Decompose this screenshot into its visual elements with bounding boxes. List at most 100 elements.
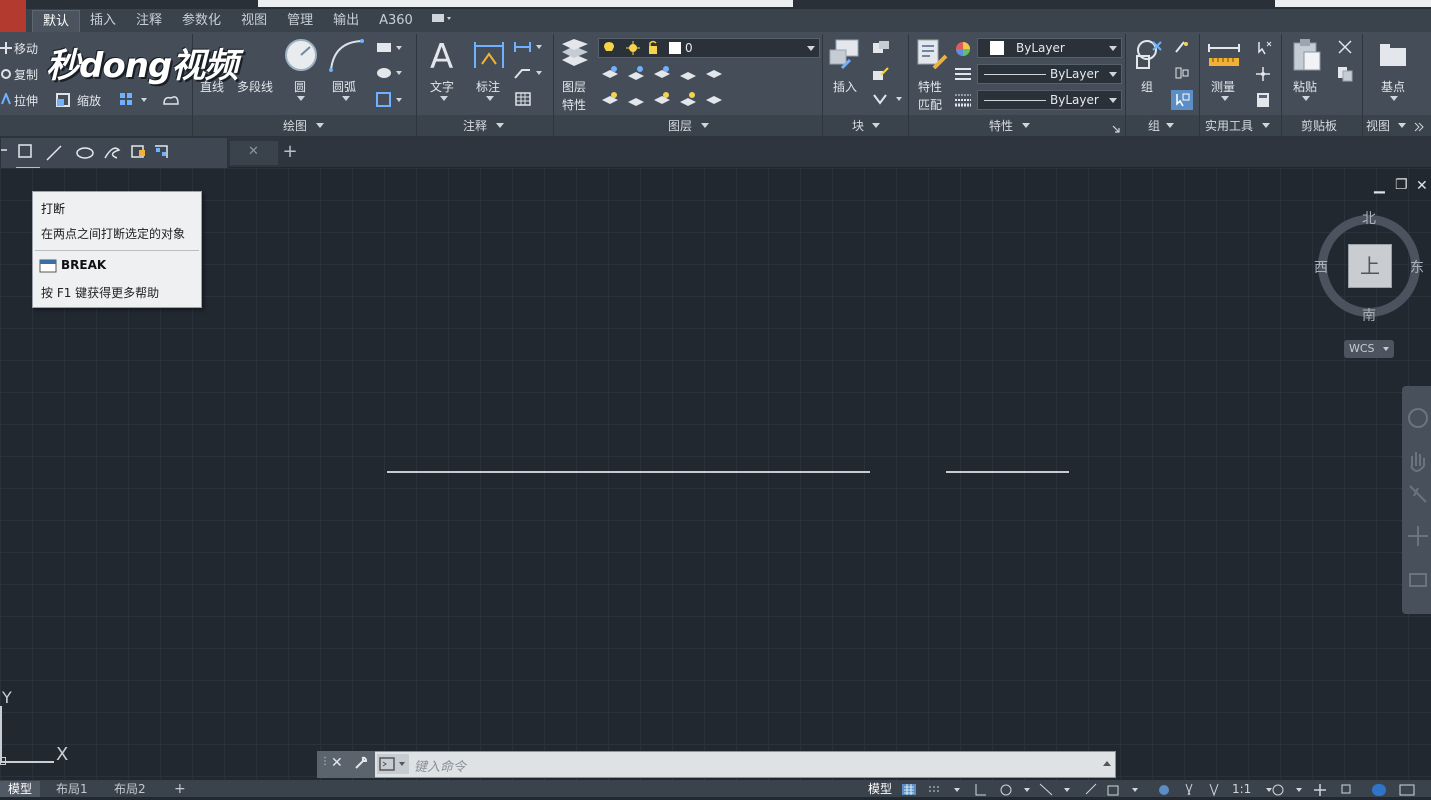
annotation-panel-title[interactable]: 注释 [463, 117, 487, 134]
restore-viewport-icon[interactable]: ❐ [1395, 177, 1408, 193]
layers-panel-title[interactable]: 图层 [668, 117, 692, 134]
layout-tab-layout1[interactable]: 布局1 [48, 781, 96, 797]
new-tab-icon[interactable]: + [280, 141, 300, 163]
match-properties-label-1[interactable]: 特性 [918, 78, 942, 95]
create-block-icon[interactable] [872, 40, 890, 59]
status-tools-icons[interactable] [900, 782, 1430, 800]
layer-tools-row-2[interactable] [600, 90, 724, 111]
color-wheel-icon[interactable] [954, 40, 972, 61]
utilities-panel-title[interactable]: 实用工具 [1205, 117, 1253, 134]
navbar-icons[interactable] [1402, 386, 1431, 614]
command-input[interactable]: 键入命令 [414, 756, 466, 775]
circle-icon[interactable] [284, 38, 318, 75]
lineweight-icon[interactable] [954, 92, 972, 111]
panel-launcher-icon[interactable] [1112, 122, 1120, 136]
tab-output[interactable]: 输出 [323, 10, 369, 32]
text-button[interactable]: 文字 [430, 78, 454, 95]
tab-parametric[interactable]: 参数化 [172, 10, 231, 32]
command-history-button[interactable] [377, 754, 409, 774]
layer-properties-label-2[interactable]: 特性 [562, 96, 586, 113]
layout-tab-layout2[interactable]: 布局2 [106, 781, 154, 797]
title-search[interactable] [1275, 0, 1431, 7]
point-icon[interactable] [1255, 66, 1271, 85]
copy-clip-icon[interactable] [1337, 66, 1353, 85]
match-properties-label-2[interactable]: 匹配 [918, 96, 942, 113]
tab-annotate[interactable]: 注释 [126, 10, 172, 32]
match-properties-icon[interactable] [916, 38, 948, 75]
dimension-button[interactable]: 标注 [476, 78, 500, 95]
tab-default[interactable]: 默认 [32, 10, 81, 32]
array-icon[interactable] [119, 92, 149, 111]
command-grip-icon[interactable]: ⋮ [320, 756, 330, 767]
measure-button[interactable]: 测量 [1211, 78, 1235, 95]
command-close-icon[interactable]: ✕ [331, 755, 343, 771]
rectangle-icon[interactable] [376, 42, 404, 57]
linetype-dropdown[interactable]: ByLayer [977, 64, 1122, 84]
group-icon[interactable] [1131, 38, 1165, 77]
minimize-viewport-icon[interactable]: ▁ [1374, 178, 1385, 194]
group-button[interactable]: 组 [1141, 78, 1153, 95]
drawing-file-tab[interactable]: ✕ [230, 141, 278, 165]
move-button[interactable]: 移动 [14, 40, 38, 57]
layer-properties-label-1[interactable]: 图层 [562, 78, 586, 95]
insert-button[interactable]: 插入 [833, 78, 857, 95]
line-button[interactable]: 直线 [200, 78, 224, 95]
compass-east[interactable]: 东 [1410, 257, 1424, 277]
group-select-toggle[interactable] [1171, 90, 1193, 110]
groups-panel-title[interactable]: 组 [1148, 117, 1160, 134]
linetype-icon[interactable] [954, 66, 972, 85]
stretch-button[interactable]: 拉伸 [14, 92, 38, 109]
model-space-toggle[interactable]: 模型 [862, 781, 898, 797]
linear-dim-icon[interactable] [514, 40, 544, 57]
draw-panel-title[interactable]: 绘图 [283, 117, 307, 134]
polyline-button[interactable]: 多段线 [237, 78, 273, 95]
close-tab-icon[interactable]: ✕ [248, 144, 259, 159]
leader-icon[interactable] [514, 66, 544, 83]
edit-block-icon[interactable] [872, 66, 890, 85]
clipboard-panel-title[interactable]: 剪贴板 [1301, 117, 1337, 134]
copy-button[interactable]: 复制 [14, 66, 38, 83]
cloud-icon[interactable] [162, 92, 180, 111]
boundary-icon[interactable] [376, 92, 404, 111]
block-panel-title[interactable]: 块 [852, 117, 864, 134]
quick-select-icon[interactable] [1255, 40, 1273, 59]
move-icon[interactable] [0, 42, 12, 57]
layer-properties-icon[interactable] [560, 38, 590, 75]
arc-icon[interactable] [328, 38, 364, 75]
dimension-icon[interactable] [472, 38, 506, 75]
scale-icon[interactable] [56, 93, 70, 110]
group-edit-icon[interactable] [1174, 66, 1190, 83]
copy-icon[interactable] [0, 68, 12, 83]
tab-view[interactable]: 视图 [231, 10, 277, 32]
drawing-canvas[interactable] [0, 168, 1431, 780]
properties-panel-title[interactable]: 特性 [989, 117, 1013, 134]
layer-tools-row-1[interactable] [600, 64, 724, 85]
view-panel-title[interactable]: 视图 [1366, 117, 1390, 134]
app-menu-button[interactable] [0, 0, 26, 36]
ungroup-icon[interactable] [1174, 40, 1190, 57]
command-customize-icon[interactable] [353, 755, 369, 774]
tab-insert[interactable]: 插入 [80, 10, 126, 32]
calculator-icon[interactable] [1256, 92, 1270, 111]
paste-button[interactable]: 粘贴 [1293, 78, 1317, 95]
table-icon[interactable] [515, 92, 531, 109]
scale-button[interactable]: 缩放 [77, 92, 101, 109]
paste-icon[interactable] [1292, 38, 1322, 75]
layout-tab-model[interactable]: 模型 [0, 781, 41, 797]
wcs-menu[interactable]: WCS [1344, 340, 1394, 358]
tab-extra-dropdown[interactable] [423, 10, 461, 32]
compass-west[interactable]: 西 [1314, 257, 1328, 277]
cut-icon[interactable] [1337, 40, 1353, 57]
line-segment-2[interactable] [946, 471, 1069, 473]
hatch-icon[interactable] [376, 66, 404, 83]
tab-a360[interactable]: A360 [369, 10, 423, 32]
compass-south[interactable]: 南 [1362, 305, 1376, 325]
circle-button[interactable]: 圆 [294, 78, 306, 95]
lineweight-dropdown[interactable]: ByLayer [977, 90, 1122, 110]
text-icon[interactable]: A [428, 37, 460, 77]
measure-icon[interactable] [1207, 40, 1241, 73]
base-view-button[interactable]: 基点 [1381, 78, 1405, 95]
viewcube-top-face[interactable]: 上 [1348, 244, 1392, 288]
block-attr-icon[interactable] [872, 92, 904, 109]
ribbon-expand-icon[interactable] [1414, 121, 1424, 135]
